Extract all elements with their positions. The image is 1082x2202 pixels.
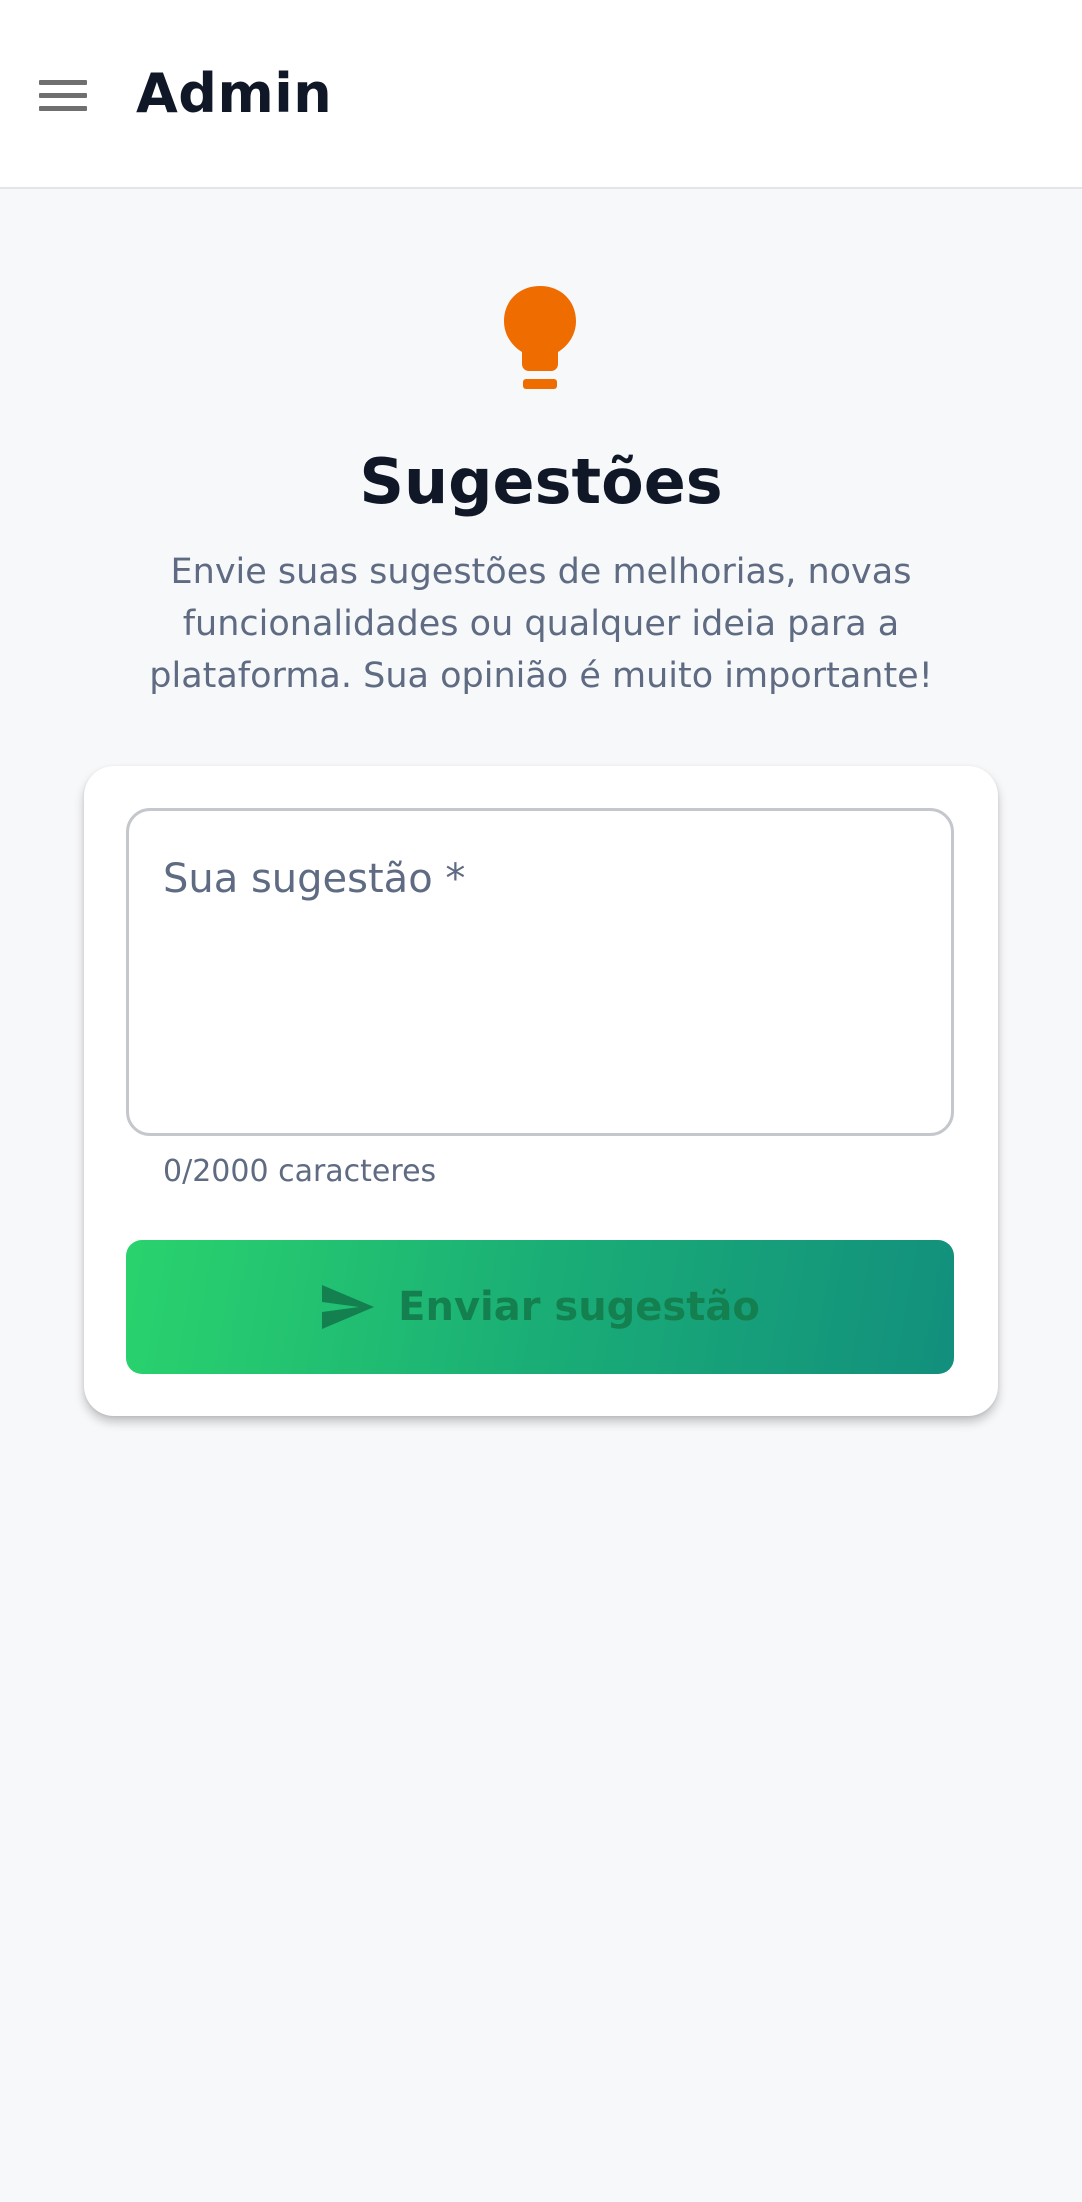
character-counter: 0/2000 caracteres bbox=[163, 1154, 437, 1189]
send-icon bbox=[322, 1285, 375, 1329]
menu-icon-line bbox=[39, 105, 87, 111]
menu-icon-line bbox=[39, 92, 87, 98]
app-title: Admin bbox=[136, 62, 333, 125]
suggestion-field[interactable]: Sua sugestão * bbox=[126, 808, 954, 1136]
submit-button-label: Enviar sugestão bbox=[398, 1284, 760, 1330]
page-title: Sugestões bbox=[359, 445, 723, 518]
lightbulb-icon bbox=[504, 286, 576, 389]
menu-button[interactable] bbox=[26, 62, 100, 128]
suggestion-form-card: Sua sugestão * 0/2000 caracteres Enviar … bbox=[84, 766, 998, 1416]
app-bar: Admin bbox=[0, 0, 1082, 189]
page-subtitle: Envie suas sugestões de melhorias, novas… bbox=[149, 552, 933, 696]
submit-suggestion-button[interactable]: Enviar sugestão bbox=[126, 1240, 954, 1374]
menu-icon-line bbox=[39, 79, 87, 85]
suggestion-textarea[interactable] bbox=[129, 811, 951, 1133]
